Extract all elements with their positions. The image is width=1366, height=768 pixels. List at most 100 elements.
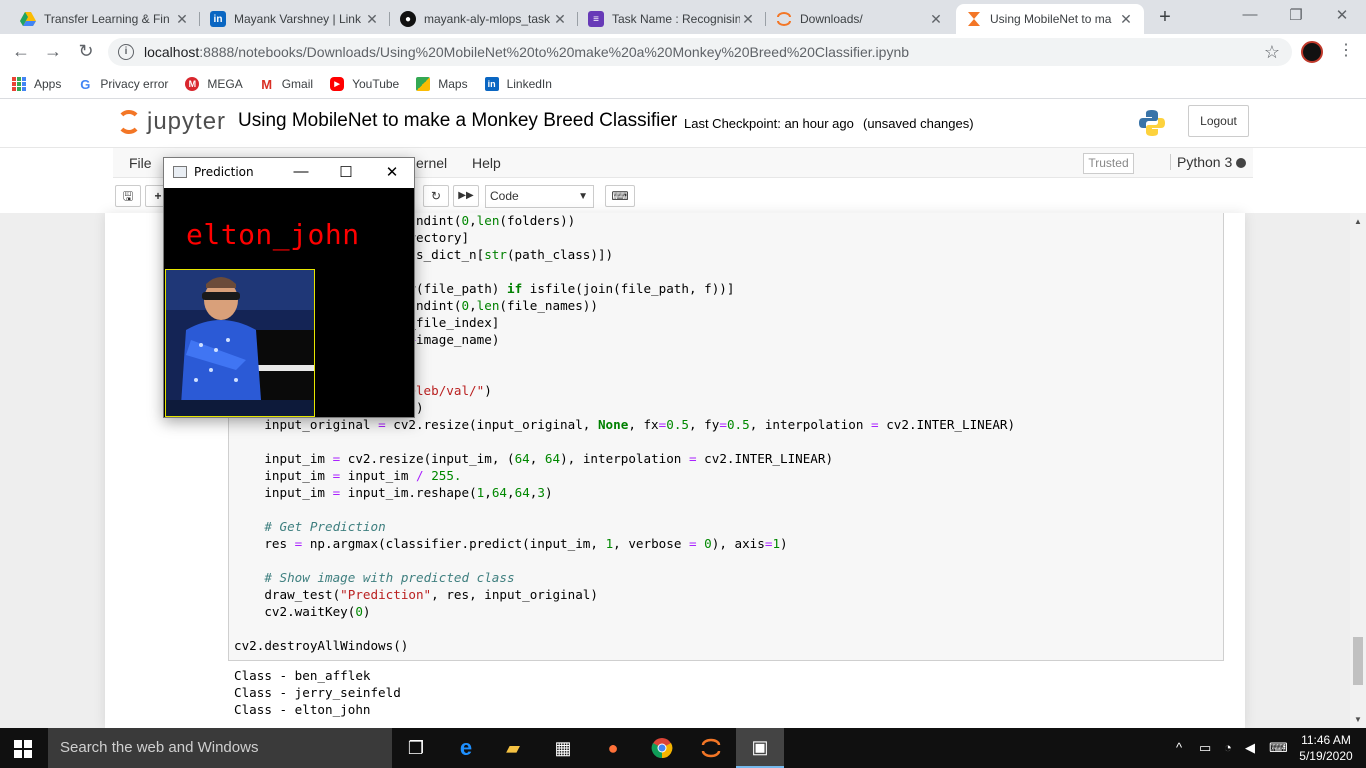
cell-type-value: Code xyxy=(490,189,519,203)
jupyter-header: jupyter Using MobileNet to make a Monkey… xyxy=(0,99,1366,148)
prediction-window-titlebar[interactable]: Prediction — ☐ ✕ xyxy=(164,158,414,188)
show-hidden-icons[interactable]: ^ xyxy=(1176,740,1182,755)
bookmark-linkedin[interactable]: in LinkedIn xyxy=(484,77,552,91)
linkedin-icon: in xyxy=(210,11,226,27)
bookmark-label: Gmail xyxy=(281,77,314,91)
scrollbar-thumb[interactable] xyxy=(1353,637,1363,685)
jupyter-logo[interactable]: jupyter xyxy=(117,108,226,136)
window-app-icon xyxy=(173,166,187,178)
restore-icon[interactable]: ❐ xyxy=(1286,6,1306,24)
close-icon[interactable]: ✕ xyxy=(174,11,190,28)
prediction-window-title: Prediction xyxy=(194,165,254,179)
tab-linkedin-profile[interactable]: in Mayank Varshney | Link ✕ xyxy=(200,4,390,34)
close-icon[interactable]: ✕ xyxy=(928,11,944,28)
system-clock[interactable]: 11:46 AM 5/19/2020 xyxy=(1296,732,1356,764)
kernel-status-indicator xyxy=(1236,158,1246,168)
maximize-icon[interactable]: ☐ xyxy=(336,163,356,181)
windows-start-icon[interactable] xyxy=(14,740,32,758)
bookmark-label: MEGA xyxy=(207,77,243,91)
scroll-down-icon[interactable]: ▼ xyxy=(1354,715,1362,724)
scroll-up-icon[interactable]: ▲ xyxy=(1354,217,1362,226)
keyboard-icon[interactable]: ⌨ xyxy=(605,185,635,207)
firefox-icon[interactable]: ● xyxy=(600,735,626,761)
file-explorer-icon[interactable]: ▰ xyxy=(500,735,526,761)
mega-icon: M xyxy=(185,77,200,91)
chevron-down-icon: ▼ xyxy=(578,191,588,202)
language-icon[interactable]: ⌨ xyxy=(1269,740,1288,756)
forms-icon: ≡ xyxy=(588,11,604,27)
edge-icon[interactable]: e xyxy=(453,735,479,761)
menu-help[interactable]: Help xyxy=(472,155,501,171)
taskbar-search[interactable]: Search the web and Windows xyxy=(48,728,392,768)
google-icon: G xyxy=(80,76,91,92)
apps-grid-icon xyxy=(12,77,26,91)
volume-icon[interactable]: ◀ xyxy=(1245,740,1255,756)
tab-downloads[interactable]: Downloads/ ✕ xyxy=(766,4,954,34)
jupyter-taskbar-icon[interactable] xyxy=(698,735,724,761)
notebook-title[interactable]: Using MobileNet to make a Monkey Breed C… xyxy=(238,110,677,132)
more-menu-icon[interactable]: ⋮ xyxy=(1338,40,1354,60)
bookmark-apps[interactable]: Apps xyxy=(12,77,61,91)
close-icon[interactable]: ✕ xyxy=(382,163,402,181)
restart-kernel-icon[interactable]: ↻ xyxy=(423,185,449,207)
menu-file[interactable]: File xyxy=(129,155,152,171)
bookmark-maps[interactable]: Maps xyxy=(416,77,468,91)
logout-button[interactable]: Logout xyxy=(1188,105,1249,137)
browser-tab-strip: Transfer Learning & Fin ✕ in Mayank Vars… xyxy=(0,0,1366,34)
wifi-icon[interactable]: ◔ xyxy=(1224,740,1232,755)
close-icon[interactable]: ✕ xyxy=(1118,11,1134,28)
prediction-window-taskbar-icon[interactable]: ▣ xyxy=(736,728,784,768)
tab-github[interactable]: ● mayank-aly-mlops_task ✕ xyxy=(390,4,578,34)
tab-transfer-learning[interactable]: Transfer Learning & Fin ✕ xyxy=(10,4,200,34)
tab-title: mayank-aly-mlops_task xyxy=(424,12,551,26)
task-view-icon[interactable]: ❐ xyxy=(403,735,429,761)
tab-title: Transfer Learning & Fin xyxy=(44,12,170,26)
tab-mobilenet-notebook[interactable]: Using MobileNet to ma ✕ xyxy=(956,4,1144,34)
close-icon[interactable]: ✕ xyxy=(364,11,380,28)
info-icon[interactable]: i xyxy=(118,44,134,60)
minimize-icon[interactable]: — xyxy=(1240,6,1260,23)
bookmark-privacy-error[interactable]: G Privacy error xyxy=(78,76,169,92)
predicted-class-label: elton_john xyxy=(186,218,360,251)
prediction-window[interactable]: Prediction — ☐ ✕ elton_john xyxy=(163,157,415,418)
bookmark-youtube[interactable]: ▶ YouTube xyxy=(330,77,399,91)
bookmark-mega[interactable]: M MEGA xyxy=(185,77,243,91)
profile-avatar[interactable] xyxy=(1301,41,1323,63)
close-icon[interactable]: ✕ xyxy=(552,11,568,28)
vertical-scrollbar[interactable]: ▲ ▼ xyxy=(1350,213,1366,728)
minimize-icon[interactable]: — xyxy=(291,163,311,180)
bookmark-label: Privacy error xyxy=(100,77,169,91)
hourglass-icon xyxy=(966,11,982,27)
cell-type-select[interactable]: Code ▼ xyxy=(485,185,594,208)
tab-title: Downloads/ xyxy=(800,12,863,26)
close-window-icon[interactable]: ✕ xyxy=(1332,6,1352,24)
forward-arrow-icon[interactable]: → xyxy=(42,41,64,62)
new-tab-button[interactable]: + xyxy=(1155,6,1175,29)
unsaved-status: (unsaved changes) xyxy=(863,116,974,131)
bookmark-label: Maps xyxy=(438,77,468,91)
bookmark-gmail[interactable]: M Gmail xyxy=(260,77,314,92)
celebrity-photo xyxy=(165,269,315,417)
linkedin-icon: in xyxy=(484,77,499,91)
tab-title: Task Name : Recognisin xyxy=(612,12,740,26)
reload-icon[interactable]: ↻ xyxy=(75,41,97,62)
windows-taskbar: Search the web and Windows ❐ e ▰ ▦ ● ▣ ^… xyxy=(0,728,1366,768)
jupyter-icon xyxy=(776,11,792,27)
chrome-icon[interactable] xyxy=(649,735,675,761)
bookmarks-bar: Apps G Privacy error M MEGA M Gmail ▶ Yo… xyxy=(0,70,1366,99)
tab-title: Using MobileNet to ma xyxy=(990,12,1112,26)
battery-icon[interactable]: ▭ xyxy=(1199,740,1211,756)
trusted-badge[interactable]: Trusted xyxy=(1083,153,1134,174)
google-drive-icon xyxy=(20,11,36,27)
clock-date: 5/19/2020 xyxy=(1299,749,1353,763)
save-icon[interactable]: 🖫 xyxy=(115,185,141,207)
run-all-icon[interactable]: ▶▶ xyxy=(453,185,479,207)
store-icon[interactable]: ▦ xyxy=(550,735,576,761)
close-icon[interactable]: ✕ xyxy=(740,11,756,28)
back-arrow-icon[interactable]: ← xyxy=(10,41,32,62)
address-bar[interactable]: i localhost:8888/notebooks/Downloads/Usi… xyxy=(108,38,1292,66)
tab-task-form[interactable]: ≡ Task Name : Recognisin ✕ xyxy=(578,4,766,34)
bookmark-star-icon[interactable]: ☆ xyxy=(1264,42,1280,63)
menu-kernel[interactable]: ernel xyxy=(416,155,447,171)
cell-output: Class - ben_afflek Class - jerry_seinfel… xyxy=(234,667,401,718)
